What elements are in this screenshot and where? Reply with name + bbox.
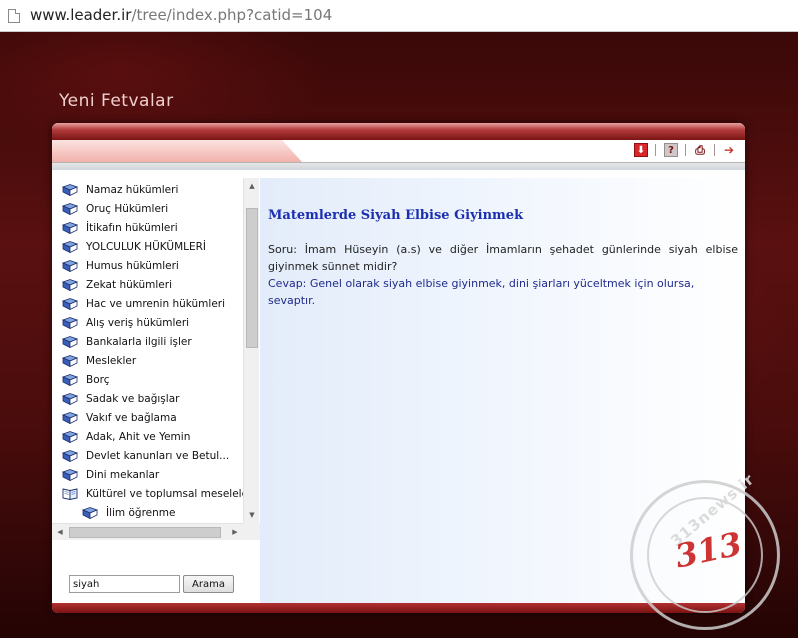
tree-item-label: Alış veriş hükümleri <box>86 317 190 329</box>
vertical-scrollbar[interactable]: ▲ ▼ <box>243 178 259 523</box>
tree-item[interactable]: Devlet kanunları ve Betul... <box>62 447 243 466</box>
tree-item[interactable]: YOLCULUK HÜKÜMLERİ <box>62 238 243 257</box>
book-icon <box>62 202 79 215</box>
toolbar-separator <box>714 144 715 156</box>
tree-item-label: Borç <box>86 374 110 386</box>
article-question: Soru: İmam Hüseyin (a.s) ve diğer İmamla… <box>268 243 738 273</box>
address-bar[interactable]: www.leader.ir/tree/index.php?catid=104 <box>0 0 798 32</box>
toolbar-divider <box>52 162 745 170</box>
book-icon <box>82 506 99 519</box>
category-tree: Namaz hükümleri Oruç Hükümleri İtikafın hü… <box>52 178 243 523</box>
tree-item-label: YOLCULUK HÜKÜMLERİ <box>86 241 207 253</box>
site-title: Yeni Fetvalar <box>59 91 174 111</box>
book-icon <box>62 221 79 234</box>
book-icon <box>62 259 79 272</box>
tree-item[interactable]: Dini mekanlar <box>62 466 243 485</box>
tree-item-label: Sadak ve bağışlar <box>86 393 180 405</box>
tree-item[interactable]: Borç <box>62 371 243 390</box>
url-host: www.leader.ir <box>30 6 132 24</box>
download-icon[interactable]: ⬇ <box>634 143 648 157</box>
article-title: Matemlerde Siyah Elbise Giyinmek <box>268 208 524 223</box>
page-icon <box>8 9 20 23</box>
article-answer: Cevap: Genel olarak siyah elbise giyinme… <box>268 277 695 307</box>
tree-item[interactable]: Zekat hükümleri <box>62 276 243 295</box>
book-icon <box>62 316 79 329</box>
book-icon <box>62 373 79 386</box>
scroll-thumb[interactable] <box>246 208 258 348</box>
tree-item-label: Hac ve umrenin hükümleri <box>86 298 226 310</box>
panel-top-border <box>52 123 745 140</box>
next-arrow-icon[interactable]: ➔ <box>722 143 736 157</box>
book-icon <box>62 240 79 253</box>
tree-item-label: Devlet kanunları ve Betul... <box>86 450 230 462</box>
tree-item-label: Namaz hükümleri <box>86 184 179 196</box>
tree-item[interactable]: Vakıf ve bağlama <box>62 409 243 428</box>
tree-item-label: Bankalarla ilgili işler <box>86 336 192 348</box>
book-icon <box>62 468 79 481</box>
tree-item[interactable]: Alış veriş hükümleri <box>62 314 243 333</box>
tree-item-label: Adak, Ahit ve Yemin <box>86 431 191 443</box>
tree-item[interactable]: Hac ve umrenin hükümleri <box>62 295 243 314</box>
search-input[interactable] <box>69 575 180 593</box>
watermark-stamp: 313news.ir 313 <box>630 470 780 630</box>
scroll-up-arrow[interactable]: ▲ <box>244 178 260 194</box>
book-icon <box>62 183 79 196</box>
tree-item-label: Vakıf ve bağlama <box>86 412 177 424</box>
tree-item[interactable]: İtikafın hükümleri <box>62 219 243 238</box>
open-book-icon <box>62 487 78 500</box>
toolbar: ⬇ ? ⎙ ➔ <box>52 140 745 170</box>
category-sidebar: Namaz hükümleri Oruç Hükümleri İtikafın hü… <box>52 178 260 603</box>
horizontal-scrollbar[interactable]: ◀ ▶ <box>52 523 243 540</box>
tree-item[interactable]: Sadak ve bağışlar <box>62 390 243 409</box>
tree-item-label: Dini mekanlar <box>86 469 160 481</box>
tree-item-label: Oruç Hükümleri <box>86 203 169 215</box>
book-icon <box>62 354 79 367</box>
print-icon[interactable]: ⎙ <box>693 143 707 157</box>
tree-item-label: Kültürel ve toplumsal meseleler <box>86 488 243 500</box>
scroll-thumb-horizontal[interactable] <box>69 527 221 538</box>
tree-item[interactable]: İlim öğrenme <box>82 504 243 523</box>
help-icon[interactable]: ? <box>664 143 678 157</box>
book-icon <box>62 335 79 348</box>
tree-item-label: Zekat hükümleri <box>86 279 172 291</box>
tree-item-label: Humus hükümleri <box>86 260 179 272</box>
book-icon <box>62 278 79 291</box>
tree-item[interactable]: Bankalarla ilgili işler <box>62 333 243 352</box>
book-icon <box>62 449 79 462</box>
search-button[interactable]: Arama <box>183 575 234 593</box>
tree-item-label: Meslekler <box>86 355 137 367</box>
scroll-left-arrow[interactable]: ◀ <box>52 524 68 540</box>
book-icon <box>62 430 79 443</box>
tree-item[interactable]: Humus hükümleri <box>62 257 243 276</box>
url-path: /tree/index.php?catid=104 <box>131 6 333 24</box>
scroll-right-arrow[interactable]: ▶ <box>227 524 243 540</box>
tree-item[interactable]: Kültürel ve toplumsal meseleler <box>62 485 243 504</box>
tree-item[interactable]: Oruç Hükümleri <box>62 200 243 219</box>
book-icon <box>62 411 79 424</box>
page-background: Yeni Fetvalar ⬇ ? ⎙ ➔ Namaz hükümleri Oru… <box>0 32 798 638</box>
scroll-corner <box>243 523 260 540</box>
tree-item-label: İlim öğrenme <box>106 507 176 519</box>
book-icon <box>62 297 79 310</box>
panel-bottom-border <box>52 603 745 613</box>
tree-item[interactable]: Adak, Ahit ve Yemin <box>62 428 243 447</box>
book-icon <box>62 392 79 405</box>
toolbar-separator <box>685 144 686 156</box>
tree-item[interactable]: Namaz hükümleri <box>62 181 243 200</box>
scroll-down-arrow[interactable]: ▼ <box>244 507 260 523</box>
toolbar-separator <box>655 144 656 156</box>
tree-item[interactable]: Meslekler <box>62 352 243 371</box>
tree-item-label: İtikafın hükümleri <box>86 222 178 234</box>
